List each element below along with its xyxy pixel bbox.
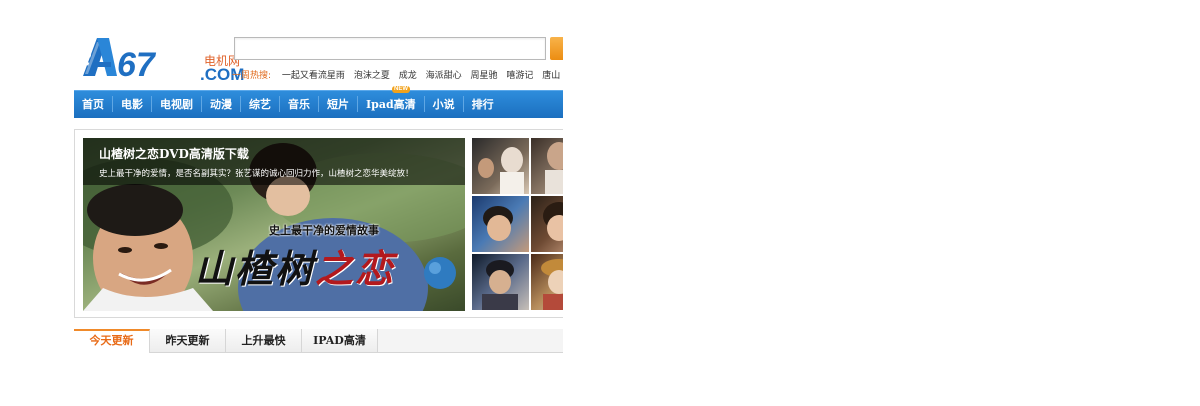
hero-tagline: 史上最干净的爱情故事: [269, 224, 379, 237]
hot-word-link[interactable]: 泡沫之夏: [354, 71, 390, 81]
new-badge: NEW: [392, 86, 410, 93]
nav-item-ipad-label: Ipad高清: [366, 98, 416, 111]
nav-item-variety[interactable]: 综艺: [241, 91, 279, 119]
hot-word-link[interactable]: 嘻游记: [506, 71, 533, 81]
thumbnail-grid: [472, 138, 563, 311]
tab-ipad-hd[interactable]: IPAD高清: [302, 329, 378, 352]
update-tabs: 今天更新 昨天更新 上升最快 IPAD高清: [74, 329, 563, 353]
nav-item-ipad[interactable]: Ipad高清 NEW: [358, 86, 424, 119]
nav-item-novel[interactable]: 小说: [425, 91, 463, 119]
hot-word-link[interactable]: 一起又看流星雨: [282, 71, 345, 81]
hot-word-link[interactable]: 成龙: [399, 71, 417, 81]
tab-today-updates[interactable]: 今天更新: [74, 329, 150, 353]
thumbnail-image[interactable]: [472, 196, 529, 252]
hero-caption-overlay: 山楂树之恋DVD高清版下载 史上最干净的爱情，是否名副其实？张艺谋的诚心回归力作…: [83, 138, 465, 185]
nav-item-home[interactable]: 首页: [74, 91, 112, 119]
main-nav: 首页 电影 电视剧 动漫 综艺 音乐 短片 Ipad高清 NEW 小说 排行: [74, 86, 563, 119]
nav-item-movie[interactable]: 电影: [113, 91, 151, 119]
thumbnail-image[interactable]: [531, 254, 563, 310]
nav-item-shorts[interactable]: 短片: [319, 91, 357, 119]
calligraphy-black: 山楂树: [195, 246, 316, 291]
hot-word-link[interactable]: 海派甜心: [426, 71, 462, 81]
nav-item-music[interactable]: 音乐: [280, 91, 318, 119]
svg-text:67: 67: [117, 46, 157, 84]
site-window: 67 电机网 .COM 一周热搜: 一起又看流星雨 泡沫之夏 成龙 海派甜心 周…: [45, 28, 563, 358]
page: 67 电机网 .COM 一周热搜: 一起又看流星雨 泡沫之夏 成龙 海派甜心 周…: [0, 0, 1200, 406]
thumbnail-image[interactable]: [531, 138, 563, 194]
hero-image[interactable]: 山楂树之恋DVD高清版下载 史上最干净的爱情，是否名副其实？张艺谋的诚心回归力作…: [83, 138, 465, 311]
nav-item-ranking[interactable]: 排行: [464, 91, 502, 119]
hero-description: 史上最干净的爱情，是否名副其实？张艺谋的诚心回归力作，山楂树之恋华美绽放！: [99, 169, 414, 179]
thumbnail-image[interactable]: [472, 138, 529, 194]
hot-search-label: 一周热搜:: [232, 71, 272, 81]
hero-calligraphy-title: 山楂树之恋: [195, 238, 395, 293]
search-button[interactable]: [550, 37, 563, 60]
search-input[interactable]: [234, 37, 546, 60]
hot-word-link[interactable]: 唐山: [542, 71, 560, 81]
hot-search-row: 一周热搜: 一起又看流星雨 泡沫之夏 成龙 海派甜心 周星驰 嘻游记 唐山: [232, 68, 563, 84]
hero-title[interactable]: 山楂树之恋DVD高清版下载: [99, 145, 249, 162]
thumbnail-image[interactable]: [531, 196, 563, 252]
thumbnail-image[interactable]: [472, 254, 529, 310]
nav-item-tv[interactable]: 电视剧: [152, 91, 201, 119]
calligraphy-red: 之恋: [315, 246, 396, 291]
tab-yesterday-updates[interactable]: 昨天更新: [150, 329, 226, 352]
featured-banner: 山楂树之恋DVD高清版下载 史上最干净的爱情，是否名副其实？张艺谋的诚心回归力作…: [74, 129, 563, 318]
tab-rising-fastest[interactable]: 上升最快: [226, 329, 302, 352]
hot-word-link[interactable]: 周星驰: [470, 71, 497, 81]
site-logo[interactable]: 67 电机网 .COM: [73, 32, 244, 84]
nav-item-anime[interactable]: 动漫: [202, 91, 240, 119]
